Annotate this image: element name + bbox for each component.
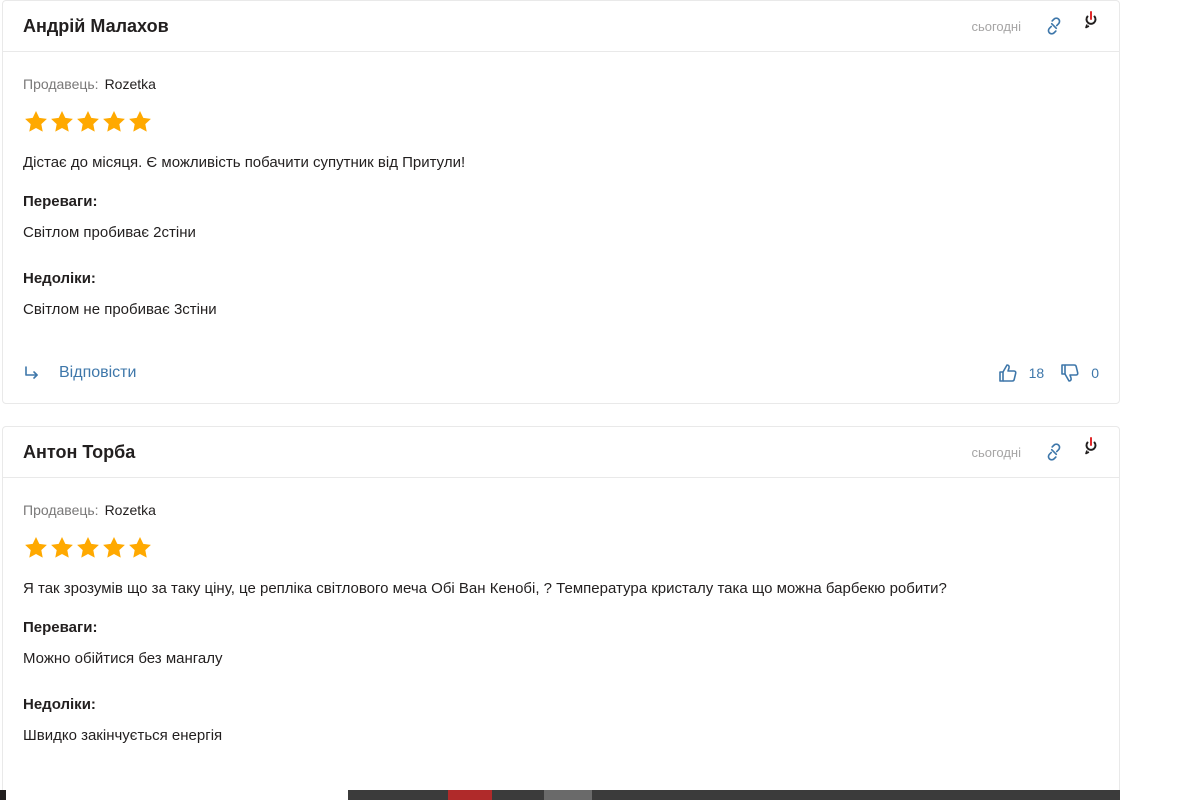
review-card: Антон Торба сьогодні Продавець: Rozetka …: [2, 426, 1120, 800]
seller-name: Rozetka: [104, 502, 156, 518]
review-footer: Відповісти 18 0: [23, 359, 1099, 387]
pros-text: Можно обійтися без мангалу: [23, 650, 223, 667]
star-icon: [75, 109, 101, 135]
review-author: Антон Торба: [23, 441, 136, 462]
review-header: Антон Торба сьогодні: [3, 427, 1119, 478]
complain-icon[interactable]: [1083, 436, 1099, 456]
star-icon: [49, 535, 75, 561]
link-icon[interactable]: [1043, 15, 1065, 37]
star-icon: [23, 109, 49, 135]
review-text: Я так зрозумів що за таку ціну, це реплі…: [23, 580, 947, 597]
star-icon: [23, 535, 49, 561]
reply-arrow-icon: [23, 364, 41, 382]
pros-title: Переваги:: [23, 193, 98, 210]
pros-text: Світлом пробиває 2стіни: [23, 224, 196, 241]
review-pros: Переваги: Світлом пробиває 2стіни: [23, 192, 1099, 243]
review-header: Андрій Малахов сьогодні: [3, 1, 1119, 52]
taskbar-strip: [0, 790, 1120, 800]
taskbar-segment: [544, 790, 592, 800]
review-cons: Недоліки: Швидко закінчується енергія: [23, 695, 1099, 746]
thumbs-up-icon: [998, 364, 1017, 382]
rating-stars: [23, 535, 1099, 561]
review-seller: Продавець: Rozetka: [23, 502, 1099, 518]
star-icon: [49, 109, 75, 135]
complain-icon[interactable]: [1083, 10, 1099, 30]
review-body: Продавець: Rozetka Я так зрозумів що за т…: [3, 502, 1119, 746]
star-icon: [101, 109, 127, 135]
review-text: Дістає до місяця. Є можливість побачити …: [23, 154, 466, 171]
review-votes: 18 0: [998, 363, 1099, 383]
star-icon: [75, 535, 101, 561]
thumbs-down-icon: [1061, 364, 1079, 382]
dislike-count: 0: [1091, 365, 1099, 381]
seller-label: Продавець:: [23, 76, 99, 92]
review-seller: Продавець: Rozetka: [23, 76, 1099, 92]
review-card: Андрій Малахов сьогодні Продавець: Rozet…: [2, 0, 1120, 404]
like-count: 18: [1028, 365, 1045, 381]
taskbar-segment: [492, 790, 544, 800]
cons-title: Недоліки:: [23, 270, 96, 287]
seller-name: Rozetka: [104, 76, 156, 92]
review-author: Андрій Малахов: [23, 15, 169, 36]
reply-label: Відповісти: [59, 364, 137, 381]
taskbar-segment: [348, 790, 448, 800]
review-date: сьогодні: [971, 18, 1021, 34]
taskbar-segment: [448, 790, 492, 800]
cons-title: Недоліки:: [23, 696, 96, 713]
star-icon: [127, 109, 153, 135]
link-icon[interactable]: [1043, 441, 1065, 463]
seller-label: Продавець:: [23, 502, 99, 518]
review-date: сьогодні: [971, 444, 1021, 460]
cons-text: Світлом не пробиває 3стіни: [23, 301, 217, 318]
review-meta: сьогодні: [971, 1, 1099, 51]
star-icon: [101, 535, 127, 561]
review-cons: Недоліки: Світлом не пробиває 3стіни: [23, 269, 1099, 320]
rating-stars: [23, 109, 1099, 135]
like-button[interactable]: 18: [998, 363, 1045, 383]
review-body: Продавець: Rozetka Дістає до місяця. Є мо…: [3, 76, 1119, 320]
reply-button[interactable]: Відповісти: [23, 364, 136, 382]
review-meta: сьогодні: [971, 427, 1099, 477]
review-pros: Переваги: Можно обійтися без мангалу: [23, 618, 1099, 669]
taskbar-segment: [0, 790, 6, 800]
taskbar-segment: [592, 790, 1120, 800]
star-icon: [127, 535, 153, 561]
dislike-button[interactable]: 0: [1060, 363, 1099, 383]
cons-text: Швидко закінчується енергія: [23, 727, 223, 744]
pros-title: Переваги:: [23, 619, 98, 636]
